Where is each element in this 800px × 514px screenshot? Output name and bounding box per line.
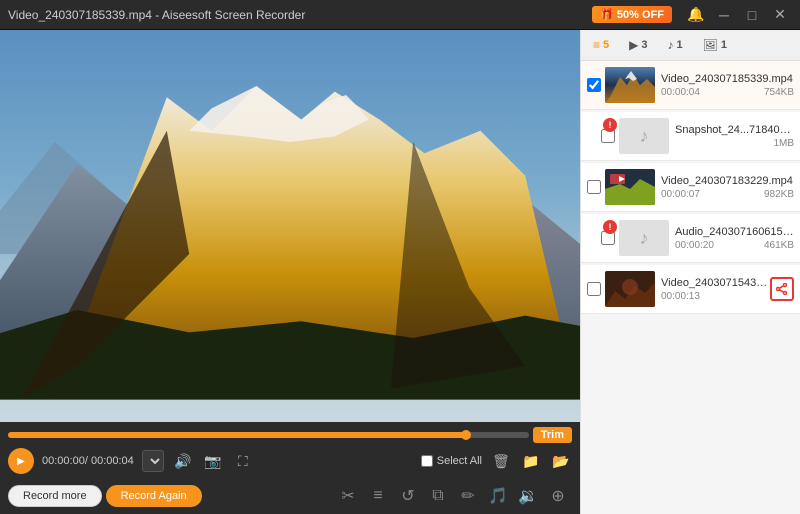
file-checkbox-1[interactable] [587, 78, 601, 92]
rotate-icon[interactable]: ↺ [394, 482, 422, 510]
delete-icon[interactable]: 🗑 [490, 450, 512, 472]
tab-bar: ≡ 5 ▶ 3 ♪ 1 🖼 1 [581, 30, 800, 61]
tab-all-icon: ≡ [593, 38, 600, 52]
file-thumb-2: ♪ [619, 118, 669, 154]
file-name-5: Video_240307154314.mp4 [661, 277, 768, 289]
video-area: Trim ▶ 00:00:00/ 00:00:04 1.0x 0.5x 1.5x… [0, 30, 580, 514]
time-display: 00:00:00/ 00:00:04 [42, 455, 134, 467]
tab-image-icon: 🖼 [703, 38, 718, 52]
file-thumb-5 [605, 271, 655, 307]
camera-icon[interactable]: 📷 [202, 450, 224, 472]
file-list: Video_240307185339.mp4 00:00:04 754KB ! … [581, 61, 800, 514]
file-name-3: Video_240307183229.mp4 [661, 175, 794, 187]
error-icon-2: ! [603, 118, 617, 132]
volume-icon[interactable]: 🔊 [172, 450, 194, 472]
tab-audio-count: 1 [677, 39, 683, 51]
list-item[interactable]: ! ♪ Audio_240307160615.mp3 00:00:20 461K… [581, 214, 800, 263]
controls-panel: Trim ▶ 00:00:00/ 00:00:04 1.0x 0.5x 1.5x… [0, 422, 580, 514]
tab-all-count: 5 [603, 39, 609, 51]
copy-icon[interactable]: ⧉ [424, 482, 452, 510]
bell-icon[interactable]: 🔔 [684, 5, 708, 25]
titlebar: Video_240307185339.mp4 - Aiseesoft Scree… [0, 0, 800, 30]
playback-row: ▶ 00:00:00/ 00:00:04 1.0x 0.5x 1.5x 2.0x… [8, 444, 572, 478]
tab-video-count: 3 [641, 39, 647, 51]
file-meta-3: 00:00:07 982KB [661, 189, 794, 200]
file-thumb-1 [605, 67, 655, 103]
edit-icon[interactable]: ✏ [454, 482, 482, 510]
file-meta-2: 1MB [675, 138, 794, 149]
titlebar-controls: 🎁 50% OFF 🔔 ─ □ ✕ [592, 5, 792, 25]
titlebar-title: Video_240307185339.mp4 - Aiseesoft Scree… [8, 8, 305, 22]
mountain-scene [0, 30, 580, 422]
file-meta-4: 00:00:20 461KB [675, 240, 794, 251]
app-title: Video_240307185339.mp4 - Aiseesoft Scree… [8, 8, 305, 22]
progress-track[interactable] [8, 432, 529, 438]
file-info-3: Video_240307183229.mp4 00:00:07 982KB [661, 175, 794, 200]
speed-select[interactable]: 1.0x 0.5x 1.5x 2.0x [142, 450, 164, 472]
list-item[interactable]: ! ♪ Snapshot_24...7184042.png 1MB [581, 112, 800, 161]
minimize-button[interactable]: ─ [712, 5, 736, 25]
file-info-4: Audio_240307160615.mp3 00:00:20 461KB [675, 226, 794, 251]
fullscreen-icon[interactable]: ⛶ [232, 450, 254, 472]
maximize-button[interactable]: □ [740, 5, 764, 25]
main-area: Trim ▶ 00:00:00/ 00:00:04 1.0x 0.5x 1.5x… [0, 30, 800, 514]
record-more-button[interactable]: Record more [8, 485, 102, 507]
tab-video-icon: ▶ [629, 38, 638, 52]
trim-button[interactable]: Trim [533, 427, 572, 443]
more-icon[interactable]: 📂 [550, 450, 572, 472]
file-name-2: Snapshot_24...7184042.png [675, 124, 794, 136]
file-info-2: Snapshot_24...7184042.png 1MB [675, 124, 794, 149]
select-all-label[interactable]: Select All [421, 455, 482, 467]
cut-icon[interactable]: ✂ [334, 482, 362, 510]
file-name-1: Video_240307185339.mp4 [661, 73, 794, 85]
list-item[interactable]: Video_240307154314.mp4 00:00:13 [581, 265, 800, 314]
file-info-5: Video_240307154314.mp4 00:00:13 [661, 277, 768, 302]
tab-video[interactable]: ▶ 3 [625, 36, 651, 54]
tab-image[interactable]: 🖼 1 [699, 36, 731, 54]
audio-icon[interactable]: 🎵 [484, 482, 512, 510]
file-thumb-4: ♪ [619, 220, 669, 256]
folder-icon[interactable]: 📁 [520, 450, 542, 472]
tab-audio-icon: ♪ [668, 38, 674, 52]
action-row: Record more Record Again ✂ ≡ ↺ ⧉ ✏ 🎵 🔉 ⊕ [8, 478, 572, 512]
error-icon-4: ! [603, 220, 617, 234]
progress-thumb[interactable] [461, 430, 471, 440]
list-item[interactable]: Video_240307185339.mp4 00:00:04 754KB [581, 61, 800, 110]
promo-badge[interactable]: 🎁 50% OFF [592, 6, 672, 23]
right-panel: ≡ 5 ▶ 3 ♪ 1 🖼 1 [580, 30, 800, 514]
tab-image-count: 1 [721, 39, 727, 51]
file-name-4: Audio_240307160615.mp3 [675, 226, 794, 238]
select-all-checkbox[interactable] [421, 455, 433, 467]
file-checkbox-5[interactable] [587, 282, 601, 296]
tab-audio[interactable]: ♪ 1 [664, 36, 687, 54]
list-item[interactable]: Video_240307183229.mp4 00:00:07 982KB [581, 163, 800, 212]
file-meta-1: 00:00:04 754KB [661, 87, 794, 98]
equalizer-icon[interactable]: ≡ [364, 482, 392, 510]
play-button[interactable]: ▶ [8, 448, 34, 474]
file-checkbox-3[interactable] [587, 180, 601, 194]
video-preview[interactable] [0, 30, 580, 422]
tab-all[interactable]: ≡ 5 [589, 36, 613, 54]
volume-adjust-icon[interactable]: 🔉 [514, 482, 542, 510]
progress-bar-container: Trim [8, 426, 572, 444]
close-button[interactable]: ✕ [768, 5, 792, 25]
file-meta-5: 00:00:13 [661, 291, 768, 302]
file-info-1: Video_240307185339.mp4 00:00:04 754KB [661, 73, 794, 98]
share-button-5[interactable] [770, 277, 794, 301]
toolbar-icons: ✂ ≡ ↺ ⧉ ✏ 🎵 🔉 ⊕ [334, 482, 572, 510]
file-thumb-3 [605, 169, 655, 205]
progress-fill [8, 432, 466, 438]
record-again-button[interactable]: Record Again [106, 485, 202, 507]
more-tools-icon[interactable]: ⊕ [544, 482, 572, 510]
